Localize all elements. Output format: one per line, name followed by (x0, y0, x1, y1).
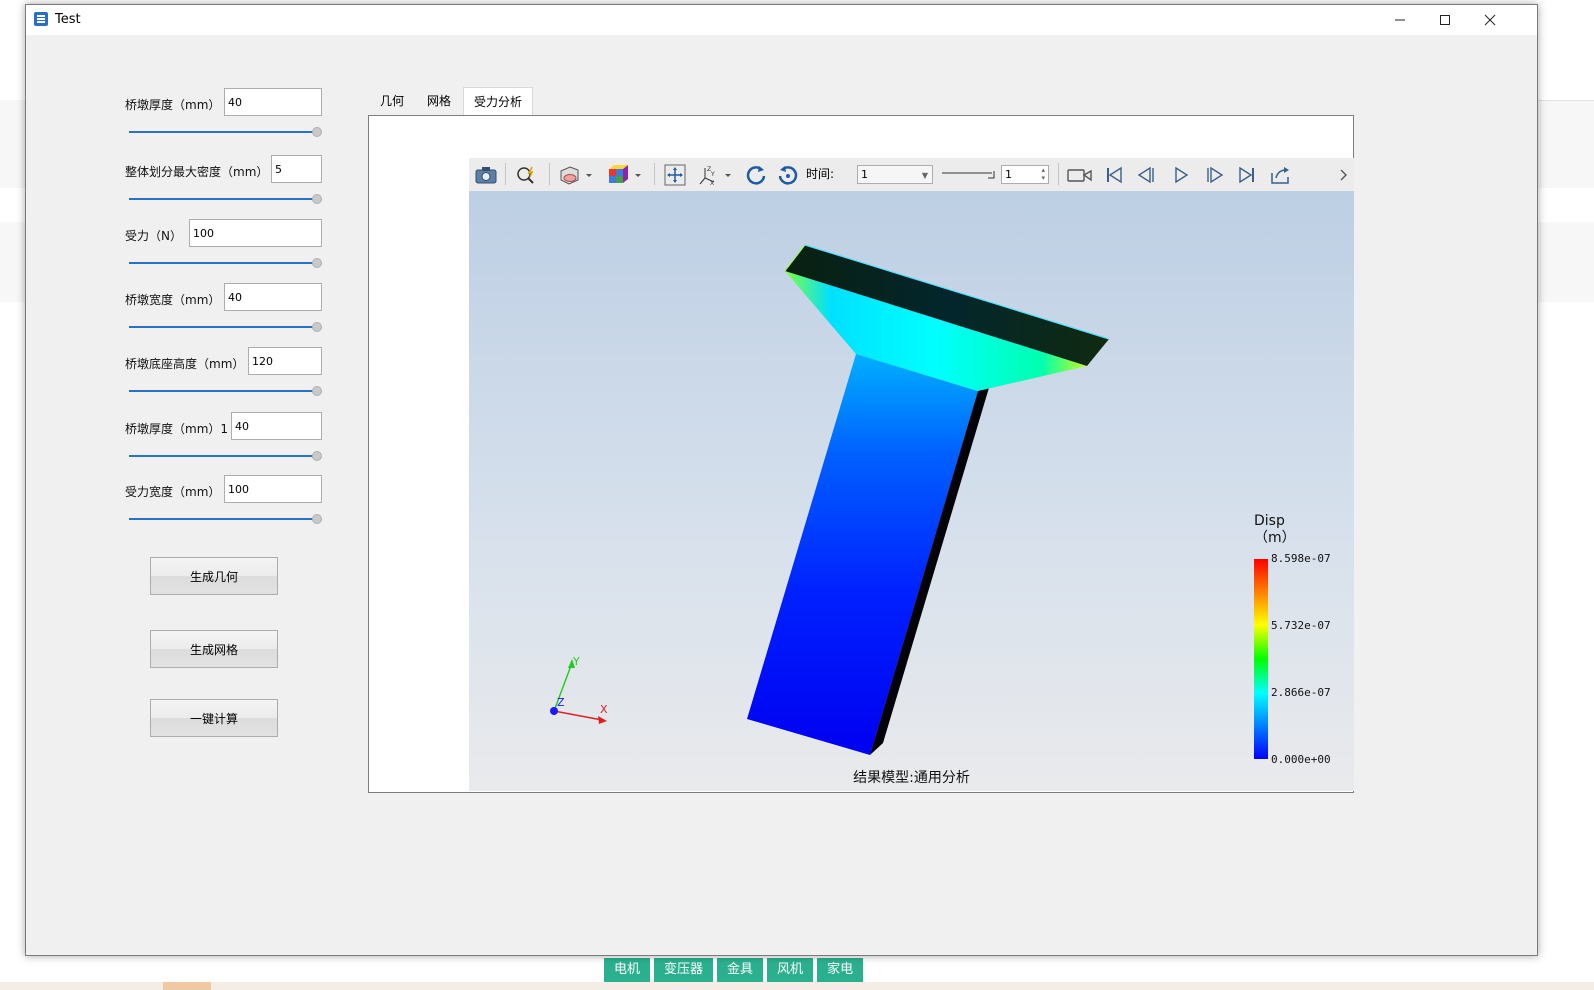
slider-handle[interactable] (312, 194, 322, 204)
time-select[interactable]: 1 ▼ (857, 165, 933, 184)
slider-handle[interactable] (312, 514, 322, 524)
base-height-input[interactable] (248, 347, 322, 375)
one-click-compute-button[interactable]: 一键计算 (150, 699, 278, 737)
rotate-icon[interactable] (741, 158, 771, 191)
app-icon (33, 11, 49, 27)
last-frame-icon[interactable] (1232, 158, 1262, 191)
toolbar-overflow-icon[interactable] (1337, 158, 1351, 191)
legend-tick: 2.866e-07 (1271, 686, 1331, 699)
zoom-icon[interactable] (512, 158, 542, 191)
time-select-value: 1 (861, 168, 868, 181)
axis-y-label: Y (572, 655, 580, 668)
param-label-base-height: 桥墩底座高度（mm） (125, 357, 245, 371)
app-window: Test 桥墩厚度（mm） 整体划分最大密度（mm） 受力（N） 桥墩宽度（mm… (25, 4, 1538, 956)
3d-viewport[interactable]: Y X Z Disp （m） 8.598e-07 5.732e-07 2.866… (469, 191, 1354, 791)
tab-geometry[interactable]: 几何 (370, 87, 414, 115)
title-bar[interactable]: Test (26, 5, 1537, 35)
mesh-density-slider[interactable] (129, 193, 322, 205)
next-frame-icon[interactable] (1199, 158, 1229, 191)
force-slider[interactable] (129, 257, 322, 269)
display-mode-icon[interactable] (555, 158, 597, 191)
bottom-strip (0, 982, 1594, 990)
axis-view-icon[interactable]: ZYX (696, 158, 736, 191)
param-label-force: 受力（N） (125, 229, 182, 243)
first-frame-icon[interactable] (1099, 158, 1129, 191)
slider-handle[interactable] (312, 127, 322, 137)
export-icon[interactable] (1266, 158, 1296, 191)
camera-icon[interactable] (471, 158, 501, 191)
legend-title: Disp （m） (1254, 513, 1296, 547)
chevron-down-icon: ▼ (921, 171, 928, 180)
slider-handle[interactable] (312, 322, 322, 332)
maximize-icon (1440, 15, 1450, 25)
generate-mesh-button[interactable]: 生成网格 (150, 630, 278, 668)
tag-motor[interactable]: 电机 (604, 958, 651, 982)
category-tags: 电机 变压器 金具 风机 家电 (604, 958, 864, 982)
pier-width-input[interactable] (224, 283, 322, 311)
record-video-icon[interactable] (1065, 158, 1095, 191)
slider-handle[interactable] (312, 451, 322, 461)
reset-view-icon[interactable] (773, 158, 803, 191)
force-width-input[interactable] (224, 475, 322, 503)
legend-title-unit: （m） (1254, 530, 1296, 546)
play-icon[interactable] (1166, 158, 1196, 191)
close-button[interactable] (1467, 5, 1513, 35)
spin-arrows-icon: ▴ ▾ (1041, 166, 1045, 182)
pier-thickness-input[interactable] (224, 88, 322, 116)
param-label-pier-width: 桥墩宽度（mm） (125, 293, 221, 307)
param-label-pier-thickness: 桥墩厚度（mm） (125, 98, 221, 112)
step-spinbox-value: 1 (1005, 168, 1012, 181)
time-step-slider[interactable] (939, 158, 997, 191)
pier-width-slider[interactable] (129, 321, 322, 333)
pier-thickness-slider[interactable] (129, 126, 322, 138)
tag-appliance[interactable]: 家电 (817, 958, 864, 982)
param-label-mesh-density: 整体划分最大密度（mm） (125, 165, 269, 179)
legend-tick: 5.732e-07 (1271, 619, 1331, 632)
result-model-caption: 结果模型:通用分析 (853, 770, 970, 786)
param-label-force-width: 受力宽度（mm） (125, 485, 221, 499)
viewer-toolbar: ZYX 时间: 1 ▼ 1 ▴ ▾ (469, 158, 1354, 192)
tag-hardware[interactable]: 金具 (717, 958, 764, 982)
pier-thickness-1-input[interactable] (231, 412, 322, 440)
minimize-icon (1395, 19, 1405, 21)
tag-transformer[interactable]: 变压器 (654, 958, 714, 982)
pier-thickness-1-slider[interactable] (129, 450, 322, 462)
axis-x-label: X (600, 703, 608, 716)
time-label: 时间: (806, 167, 835, 181)
minimize-button[interactable] (1377, 5, 1423, 35)
close-icon (1484, 14, 1496, 26)
param-label-pier-thickness-1: 桥墩厚度（mm）1 (125, 422, 229, 436)
color-cube-icon[interactable] (604, 158, 646, 191)
tab-force-analysis[interactable]: 受力分析 (463, 87, 534, 115)
step-spinbox[interactable]: 1 ▴ ▾ (1001, 165, 1049, 184)
pan-icon[interactable] (660, 158, 690, 191)
tab-mesh[interactable]: 网格 (417, 87, 461, 115)
svg-text:X: X (710, 180, 714, 186)
slider-handle[interactable] (312, 386, 322, 396)
legend-title-quantity: Disp (1254, 513, 1285, 529)
tag-wind-turbine[interactable]: 风机 (767, 958, 814, 982)
base-height-slider[interactable] (129, 385, 322, 397)
mesh-density-input[interactable] (271, 155, 322, 183)
legend-tick-min: 0.000e+00 (1271, 753, 1331, 766)
slider-handle[interactable] (312, 258, 322, 268)
generate-geometry-button[interactable]: 生成几何 (150, 557, 278, 595)
force-input[interactable] (189, 219, 322, 247)
legend-color-bar (1254, 559, 1268, 759)
legend-tick-max: 8.598e-07 (1271, 552, 1331, 565)
force-width-slider[interactable] (129, 513, 322, 525)
previous-frame-icon[interactable] (1132, 158, 1162, 191)
axis-z-label: Z (557, 696, 565, 709)
maximize-button[interactable] (1422, 5, 1468, 35)
axis-triad: Y X Z (550, 655, 608, 724)
window-title: Test (55, 12, 81, 27)
svg-text:Y: Y (710, 171, 715, 178)
